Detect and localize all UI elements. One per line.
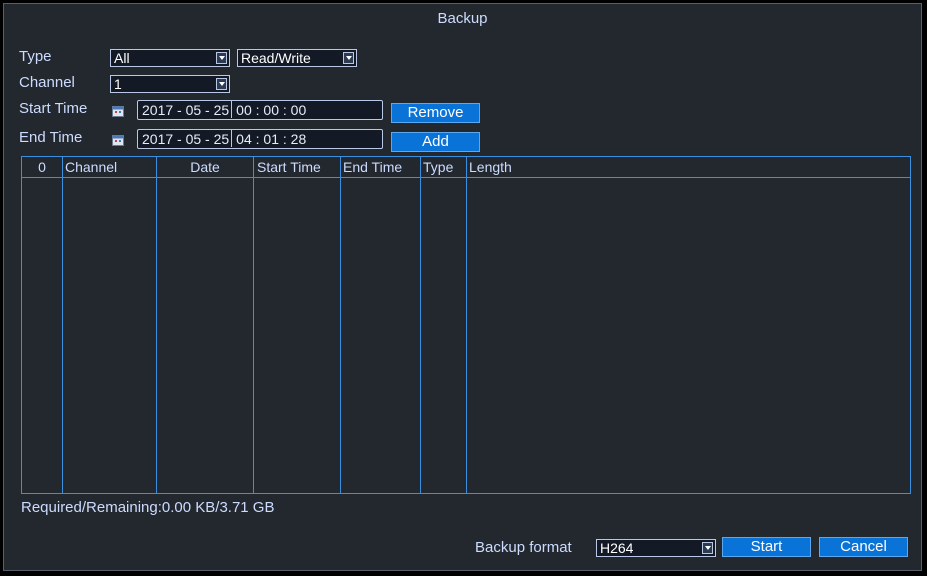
column-header-length[interactable]: Length [469, 158, 589, 176]
start-time-field[interactable]: 2017 - 05 - 25 00 : 00 : 00 [137, 100, 383, 120]
channel-select[interactable]: 1 [110, 75, 230, 93]
calendar-icon[interactable] [112, 134, 124, 146]
mode-select[interactable]: Read/Write [237, 49, 357, 67]
backup-format-value: H264 [600, 540, 634, 556]
type-label: Type [19, 48, 52, 65]
column-divider [340, 157, 341, 493]
end-date-value: 2017 - 05 - 25 [142, 131, 230, 147]
dialog-title: Backup [437, 10, 488, 27]
channel-select-value: 1 [114, 76, 122, 92]
calendar-icon[interactable] [112, 105, 124, 117]
cancel-button[interactable]: Cancel [819, 537, 908, 557]
chevron-down-icon[interactable] [216, 78, 227, 90]
start-time-label: Start Time [19, 100, 88, 117]
backup-format-select[interactable]: H264 [596, 539, 716, 557]
column-divider [420, 157, 421, 493]
type-select-value: All [114, 50, 130, 66]
column-header-type[interactable]: Type [423, 158, 466, 176]
remove-button[interactable]: Remove [391, 103, 480, 123]
backup-format-label: Backup format [475, 539, 572, 556]
column-header-start-time[interactable]: Start Time [257, 158, 340, 176]
mode-select-value: Read/Write [241, 50, 311, 66]
start-date-value: 2017 - 05 - 25 [142, 102, 230, 118]
column-divider [62, 157, 63, 493]
start-button[interactable]: Start [722, 537, 811, 557]
end-time-field[interactable]: 2017 - 05 - 25 04 : 01 : 28 [137, 129, 383, 149]
column-header-end-time[interactable]: End Time [343, 158, 420, 176]
column-divider [156, 157, 157, 493]
channel-label: Channel [19, 74, 75, 91]
column-header-select-all[interactable]: 0 [24, 158, 60, 176]
column-divider [253, 157, 254, 493]
type-select[interactable]: All [110, 49, 230, 67]
add-button[interactable]: Add [391, 132, 480, 152]
chevron-down-icon[interactable] [702, 542, 713, 554]
column-divider [466, 157, 467, 493]
backup-file-table[interactable]: 0 Channel Date Start Time End Time Type … [21, 156, 911, 494]
backup-dialog: Backup Type All Read/Write Channel 1 Sta… [3, 3, 922, 571]
column-header-date[interactable]: Date [157, 158, 253, 176]
end-time-label: End Time [19, 129, 83, 146]
column-header-channel[interactable]: Channel [65, 158, 155, 176]
end-time-value: 04 : 01 : 28 [236, 131, 307, 147]
chevron-down-icon[interactable] [216, 52, 227, 64]
chevron-down-icon[interactable] [343, 52, 354, 64]
start-time-value: 00 : 00 : 00 [236, 102, 307, 118]
capacity-status: Required/Remaining:0.00 KB/3.71 GB [21, 499, 275, 516]
